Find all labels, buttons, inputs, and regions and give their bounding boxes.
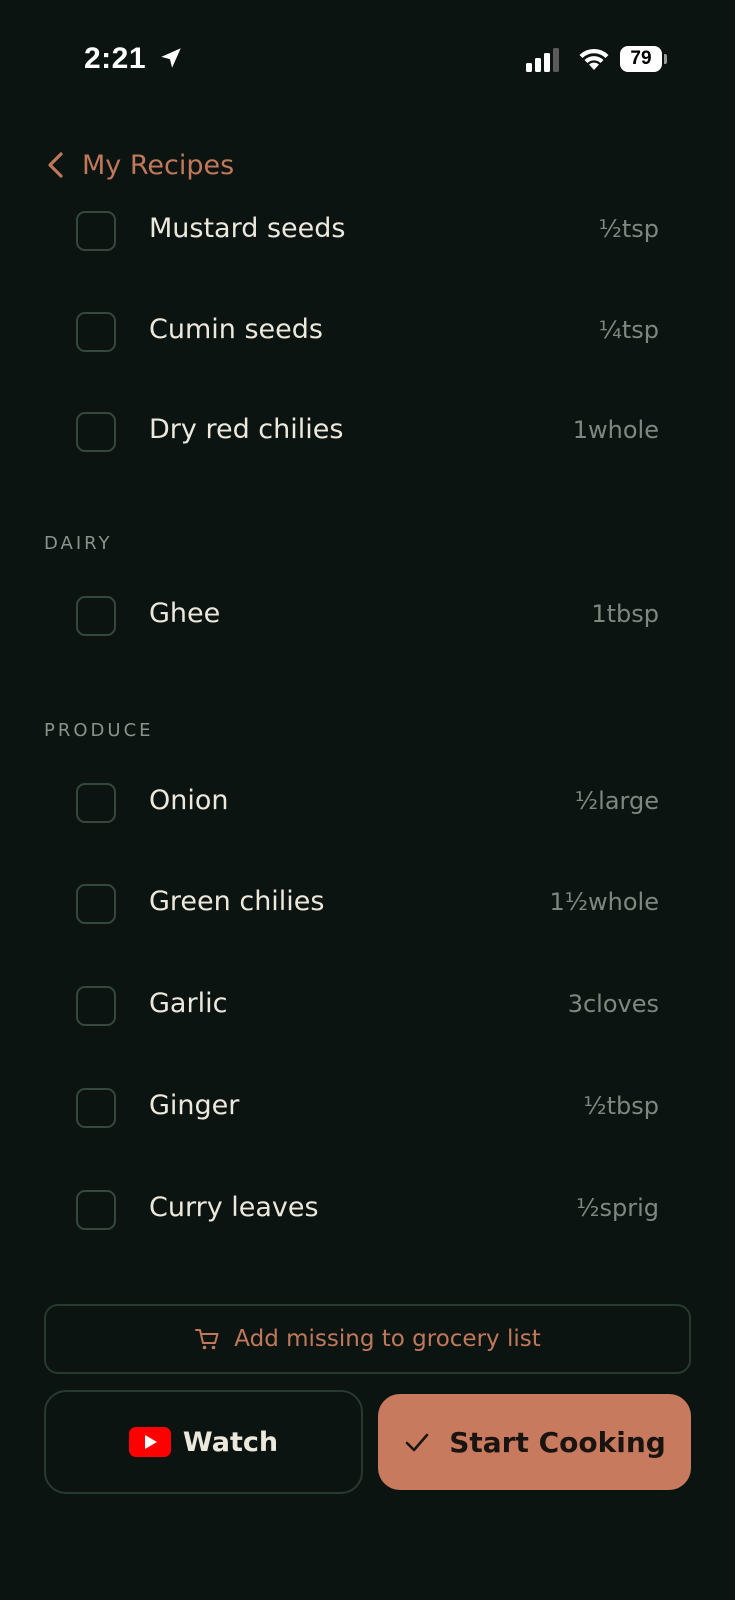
back-button[interactable]: My Recipes [44,142,234,188]
ingredient-quantity: ½tsp [598,215,659,243]
ingredient-quantity: ¼tsp [598,316,659,344]
location-arrow-icon [161,48,181,68]
section-title-dairy: DAIRY [44,533,113,554]
ingredient-name: Garlic [149,988,228,1019]
ingredient-name: Curry leaves [149,1192,319,1223]
ingredient-checkbox[interactable] [76,596,116,636]
ingredient-row: Ginger ½tbsp [0,1080,735,1140]
start-cooking-label: Start Cooking [449,1425,666,1459]
add-to-grocery-list-label: Add missing to grocery list [234,1326,541,1352]
ingredient-row: Green chilies 1½whole [0,876,735,936]
ingredient-row: Mustard seeds ½tsp [0,203,735,263]
ingredient-row: Garlic 3cloves [0,978,735,1038]
ingredient-checkbox[interactable] [76,211,116,251]
ingredient-checkbox[interactable] [76,783,116,823]
ingredient-quantity: 3cloves [567,990,659,1018]
youtube-icon [128,1427,171,1457]
ingredient-checkbox[interactable] [76,884,116,924]
ingredient-name: Green chilies [149,886,325,917]
section-title-produce: PRODUCE [44,720,154,741]
ingredient-row: Ghee 1tbsp [0,588,735,648]
chevron-left-icon [48,152,63,178]
ingredient-quantity: ½large [574,787,659,815]
ingredient-name: Mustard seeds [149,213,346,244]
ingredient-checkbox[interactable] [76,312,116,352]
ingredient-row: Dry red chilies 1whole [0,404,735,464]
status-bar: 2:21 79 [0,0,735,120]
ingredient-name: Onion [149,785,229,816]
ingredient-checkbox[interactable] [76,412,116,452]
wifi-icon [579,48,609,70]
ingredient-checkbox[interactable] [76,986,116,1026]
ingredient-name: Dry red chilies [149,414,344,445]
status-time: 2:21 [84,42,147,75]
start-cooking-button[interactable]: Start Cooking [378,1394,691,1490]
ingredient-row: Cumin seeds ¼tsp [0,304,735,364]
ingredient-checkbox[interactable] [76,1088,116,1128]
ingredient-quantity: ½sprig [576,1194,659,1222]
ingredient-row: Onion ½large [0,775,735,835]
ingredient-name: Ginger [149,1090,240,1121]
ingredient-quantity: ½tbsp [583,1092,659,1120]
back-label: My Recipes [82,149,235,181]
ingredient-quantity: 1tbsp [591,600,659,628]
ingredient-row: Curry leaves ½sprig [0,1182,735,1242]
shopping-cart-icon [195,1329,219,1350]
checkmark-icon [405,1433,429,1452]
ingredient-name: Cumin seeds [149,314,323,345]
ingredient-quantity: 1whole [572,416,659,444]
battery-level: 79 [620,46,662,72]
battery-indicator: 79 [620,46,667,72]
ingredient-checkbox[interactable] [76,1190,116,1230]
watch-button[interactable]: Watch [44,1390,363,1494]
cellular-signal-icon [526,48,559,72]
add-to-grocery-list-button[interactable]: Add missing to grocery list [44,1304,691,1374]
watch-label: Watch [182,1426,279,1458]
ingredient-quantity: 1½whole [549,888,660,916]
ingredient-name: Ghee [149,598,221,629]
battery-tip [664,54,667,64]
